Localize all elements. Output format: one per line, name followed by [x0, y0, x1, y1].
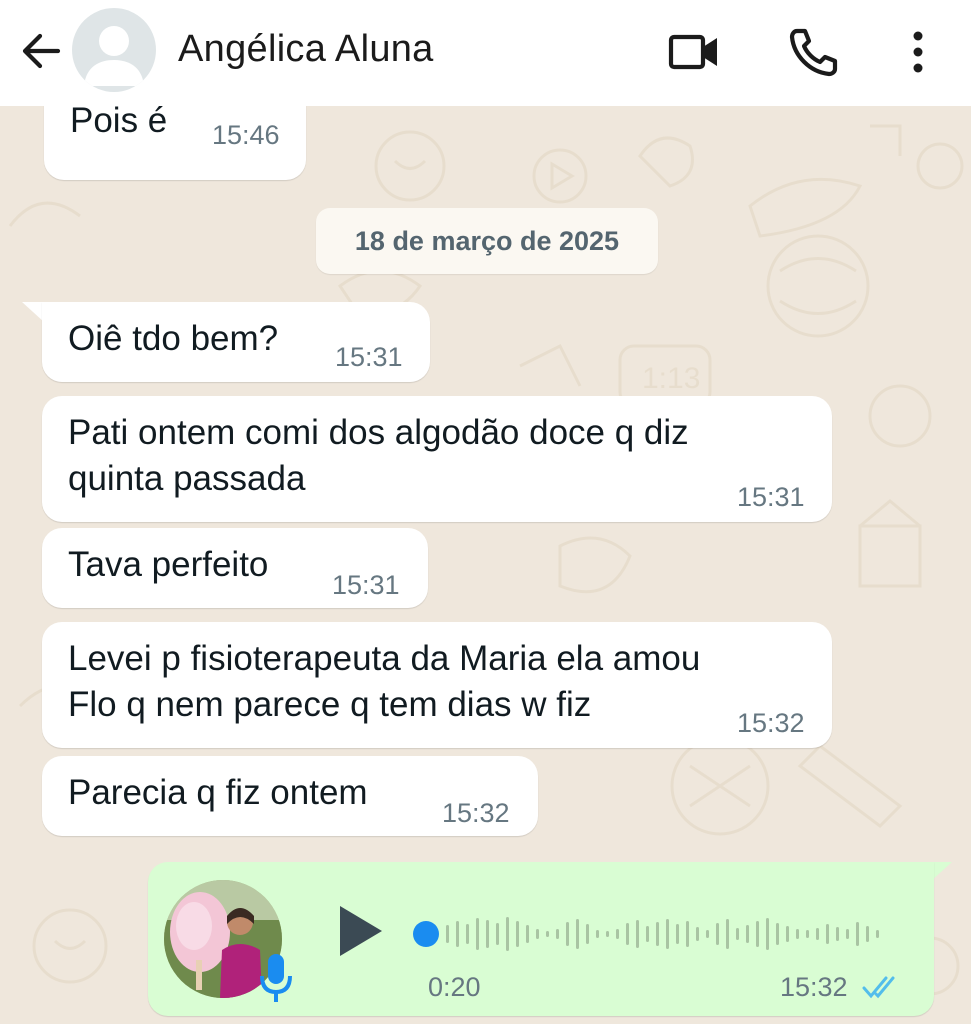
- phone-call-icon[interactable]: [786, 26, 842, 78]
- voice-duration: 0:20: [428, 972, 481, 1002]
- svg-text:1:13: 1:13: [642, 362, 700, 395]
- waveform-bar: [466, 924, 469, 944]
- waveform-bar: [856, 922, 859, 946]
- message-bubble[interactable]: Parecia q fiz ontem 15:32: [42, 756, 538, 836]
- message-text: Tava perfeito: [68, 545, 269, 584]
- message-bubble[interactable]: Tava perfeito 15:31: [42, 528, 428, 608]
- waveform-bar: [626, 923, 629, 945]
- message-time: 15:31: [737, 482, 805, 512]
- message-time: 15:31: [335, 342, 403, 372]
- microphone-icon: [260, 954, 292, 1002]
- message-time: 15:32: [780, 972, 848, 1002]
- message-time: 15:46: [212, 120, 280, 150]
- waveform-bar: [486, 920, 489, 948]
- waveform-bar: [656, 922, 659, 946]
- waveform-bar: [516, 921, 519, 947]
- waveform-bar: [536, 929, 539, 939]
- message-text: Oiê tdo bem?: [68, 319, 279, 358]
- voice-message-bubble[interactable]: 0:20 15:32: [148, 862, 934, 1016]
- waveform-bar: [696, 927, 699, 941]
- waveform-bar: [836, 927, 839, 941]
- waveform-bar: [546, 931, 549, 937]
- waveform-bar: [866, 926, 869, 942]
- message-list[interactable]: 1:13 Pois é 15:46 18 de março de 2025 Oi…: [0, 106, 971, 1024]
- waveform-bar: [556, 929, 559, 939]
- read-receipt-icon: [862, 976, 895, 999]
- waveform-bar: [876, 930, 879, 938]
- chat-header: Angélica Aluna: [0, 0, 971, 106]
- waveform-bar: [526, 925, 529, 943]
- waveform-bar: [726, 919, 729, 949]
- message-bubble[interactable]: Pati ontem comi dos algodão doce q diz q…: [42, 396, 832, 522]
- message-text: Pati ontem comi dos algodão doce q diz q…: [68, 413, 689, 498]
- waveform-bar: [796, 929, 799, 939]
- video-call-icon[interactable]: [666, 26, 722, 78]
- waveform-bar: [666, 919, 669, 949]
- waveform-bar: [506, 917, 509, 951]
- waveform-bar: [636, 920, 639, 948]
- waveform-bar: [716, 923, 719, 945]
- waveform-bar: [806, 930, 809, 938]
- waveform-bar: [756, 921, 759, 947]
- waveform-bar: [786, 926, 789, 942]
- default-avatar-icon: [84, 26, 144, 86]
- waveform-bar: [446, 925, 449, 943]
- waveform-bar: [776, 923, 779, 945]
- waveform-bar: [736, 928, 739, 940]
- waveform-bar: [616, 929, 619, 939]
- play-icon[interactable]: [334, 902, 386, 960]
- waveform-bar: [496, 923, 499, 945]
- waveform-bar: [816, 928, 819, 940]
- waveform-bar: [706, 930, 709, 938]
- playback-progress-handle[interactable]: [413, 921, 439, 947]
- waveform-bar: [766, 918, 769, 950]
- bubble-tail: [22, 302, 44, 322]
- audio-waveform[interactable]: [410, 906, 900, 962]
- date-separator: 18 de março de 2025: [316, 208, 658, 274]
- message-text: Parecia q fiz ontem: [68, 773, 368, 812]
- contact-avatar[interactable]: [72, 8, 156, 92]
- waveform-bar: [646, 926, 649, 942]
- message-time: 15:32: [442, 798, 510, 828]
- waveform-bar: [596, 930, 599, 938]
- waveform-bar: [746, 925, 749, 943]
- message-bubble[interactable]: Levei p fisioterapeuta da Maria ela amou…: [42, 622, 832, 748]
- contact-name[interactable]: Angélica Aluna: [178, 28, 434, 71]
- waveform-bar: [676, 924, 679, 944]
- waveform-bar: [476, 918, 479, 950]
- message-time: 15:31: [332, 570, 400, 600]
- waveform-bar: [686, 921, 689, 947]
- waveform-bar: [846, 929, 849, 939]
- waveform-bar: [586, 924, 589, 944]
- waveform-bar: [826, 924, 829, 944]
- more-vertical-icon[interactable]: [890, 26, 946, 78]
- waveform-bar: [566, 922, 569, 946]
- waveform-bar: [576, 919, 579, 949]
- arrow-left-icon[interactable]: [18, 28, 64, 74]
- message-bubble[interactable]: Oiê tdo bem? 15:31: [42, 302, 430, 382]
- message-time: 15:32: [737, 708, 805, 738]
- waveform-bar: [606, 931, 609, 937]
- message-text: Levei p fisioterapeuta da Maria ela amou…: [68, 639, 701, 724]
- message-bubble[interactable]: Pois é 15:46: [44, 106, 306, 180]
- waveform-bar: [456, 921, 459, 947]
- message-text: Pois é: [70, 106, 168, 140]
